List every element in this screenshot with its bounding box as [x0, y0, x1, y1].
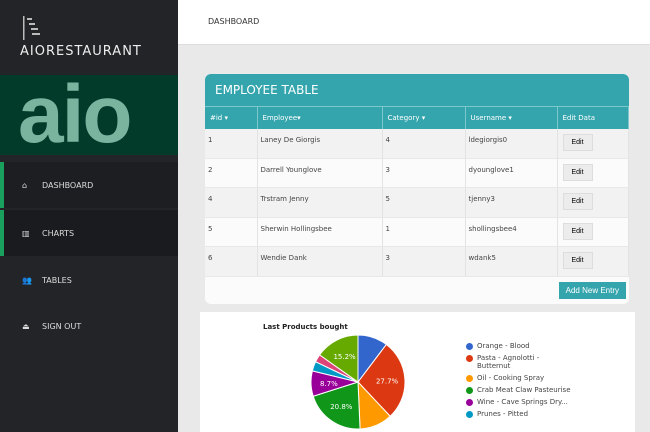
legend-swatch	[466, 399, 473, 406]
legend-item[interactable]: Crab Meat Claw Pasteurise	[466, 386, 571, 394]
table-cell: Sherwin Hollingsbee	[257, 217, 383, 247]
table-cell: ldegiorgis0	[465, 128, 558, 159]
employee-table: #id ▾ Employee▾ Category ▾ Username ▾ Ed…	[205, 106, 629, 277]
legend-item[interactable]: Wine - Cave Springs Dry...	[466, 398, 571, 406]
chart-legend: Orange - Blood Pasta - Agnolotti - Butter…	[466, 342, 571, 422]
edit-button[interactable]: Edit	[562, 193, 593, 210]
table-cell: 4	[205, 187, 258, 218]
sidebar-item-sign-out[interactable]: ⏏ SIGN OUT	[0, 303, 178, 349]
add-new-entry-button[interactable]: Add New Entry	[558, 282, 626, 299]
table-cell: 5	[205, 217, 258, 247]
home-icon: ⌂	[22, 180, 28, 190]
table-cell: Wendie Dank	[257, 246, 383, 277]
slice-label: 20.8%	[330, 403, 353, 411]
table-cell: wdank5	[465, 246, 558, 277]
legend-item[interactable]: Orange - Blood	[466, 342, 571, 350]
bar-chart-icon: ▥	[22, 228, 30, 238]
edit-button[interactable]: Edit	[562, 133, 593, 151]
nav-label: DASHBOARD	[42, 180, 94, 190]
col-username[interactable]: Username ▾	[465, 106, 558, 129]
nav-label: TABLES	[42, 275, 72, 285]
sidebar-item-tables[interactable]: 👥 TABLES	[0, 257, 178, 303]
table-cell: Trstram Jenny	[257, 187, 383, 218]
slice-label: 27.7%	[376, 377, 399, 385]
edit-cell: Edit	[557, 128, 629, 159]
table-cell: 4	[382, 128, 466, 159]
col-edit: Edit Data	[557, 106, 629, 129]
table-row: 6 Wendie Dank 3 wdank5 Edit	[205, 246, 629, 277]
slice-label: 8.7%	[320, 380, 338, 388]
table-cell: tjenny3	[465, 187, 558, 218]
edit-cell: Edit	[557, 217, 629, 247]
table-row: 2 Darrell Younglove 3 dyounglove1 Edit	[205, 158, 629, 188]
top-bar: DASHBOARD	[178, 0, 650, 45]
legend-label: Wine - Cave Springs Dry...	[477, 398, 568, 406]
col-category[interactable]: Category ▾	[382, 106, 466, 129]
table-row: 4 Trstram Jenny 5 tjenny3 Edit	[205, 187, 629, 218]
nav-label: CHARTS	[42, 228, 75, 238]
edit-button[interactable]: Edit	[562, 163, 593, 181]
edit-button[interactable]: Edit	[562, 252, 593, 269]
employee-table-card: EMPLOYEE TABLE #id ▾ Employee▾ Category …	[205, 74, 629, 304]
edit-cell: Edit	[557, 158, 629, 188]
col-employee[interactable]: Employee▾	[257, 106, 383, 129]
table-row: 5 Sherwin Hollingsbee 1 shollingsbee4 Edit	[205, 217, 629, 247]
legend-label: Crab Meat Claw Pasteurise	[477, 386, 571, 394]
card-title: EMPLOYEE TABLE	[205, 74, 629, 106]
table-row: 1 Laney De Giorgis 4 ldegiorgis0 Edit	[205, 128, 629, 159]
edit-button[interactable]: Edit	[562, 222, 593, 240]
table-cell: 5	[382, 187, 466, 218]
legend-swatch	[466, 411, 473, 418]
table-cell: 3	[382, 246, 466, 277]
table-cell: 1	[382, 217, 466, 247]
table-cell: 6	[205, 246, 258, 277]
brand-logo-icon	[23, 16, 40, 40]
breadcrumb: DASHBOARD	[208, 17, 260, 26]
sidebar-item-charts[interactable]: ▥ CHARTS	[0, 210, 178, 256]
nav-label: SIGN OUT	[42, 321, 82, 331]
col-id[interactable]: #id ▾	[205, 106, 258, 129]
legend-item[interactable]: Prunes - Pitted	[466, 410, 571, 418]
legend-item[interactable]: Pasta - Agnolotti - Butternut	[466, 354, 571, 370]
sidebar-item-dashboard[interactable]: ⌂ DASHBOARD	[0, 162, 178, 208]
brand-name: AIORESTAURANT	[20, 44, 142, 59]
legend-swatch	[466, 375, 473, 382]
slice-label: 15.2%	[333, 353, 356, 361]
legend-label: Oil - Cooking Spray	[477, 374, 545, 382]
table-cell: 3	[382, 158, 466, 188]
edit-cell: Edit	[557, 187, 629, 218]
legend-label: Prunes - Pitted	[477, 410, 529, 418]
users-icon: 👥	[22, 275, 32, 285]
table-cell: shollingsbee4	[465, 217, 558, 247]
pie-chart-card: Last Products bought 27.7% 20.8% 8.7% 15.2%…	[200, 312, 635, 432]
legend-swatch	[466, 387, 473, 394]
legend-swatch	[466, 355, 473, 362]
table-cell: Laney De Giorgis	[257, 128, 383, 159]
table-cell: Darrell Younglove	[257, 158, 383, 188]
legend-swatch	[466, 343, 473, 350]
table-cell: 1	[205, 128, 258, 159]
aio-logo: aio	[0, 74, 178, 156]
eject-icon: ⏏	[22, 321, 30, 331]
sidebar: AIORESTAURANT aio ⌂ DASHBOARD ▥ CHARTS 👥 TA…	[0, 0, 178, 432]
legend-label: Pasta - Agnolotti - Butternut	[477, 354, 540, 370]
edit-cell: Edit	[557, 246, 629, 277]
table-cell: dyounglove1	[465, 158, 558, 188]
legend-item[interactable]: Oil - Cooking Spray	[466, 374, 571, 382]
legend-label: Orange - Blood	[477, 342, 530, 350]
table-cell: 2	[205, 158, 258, 188]
